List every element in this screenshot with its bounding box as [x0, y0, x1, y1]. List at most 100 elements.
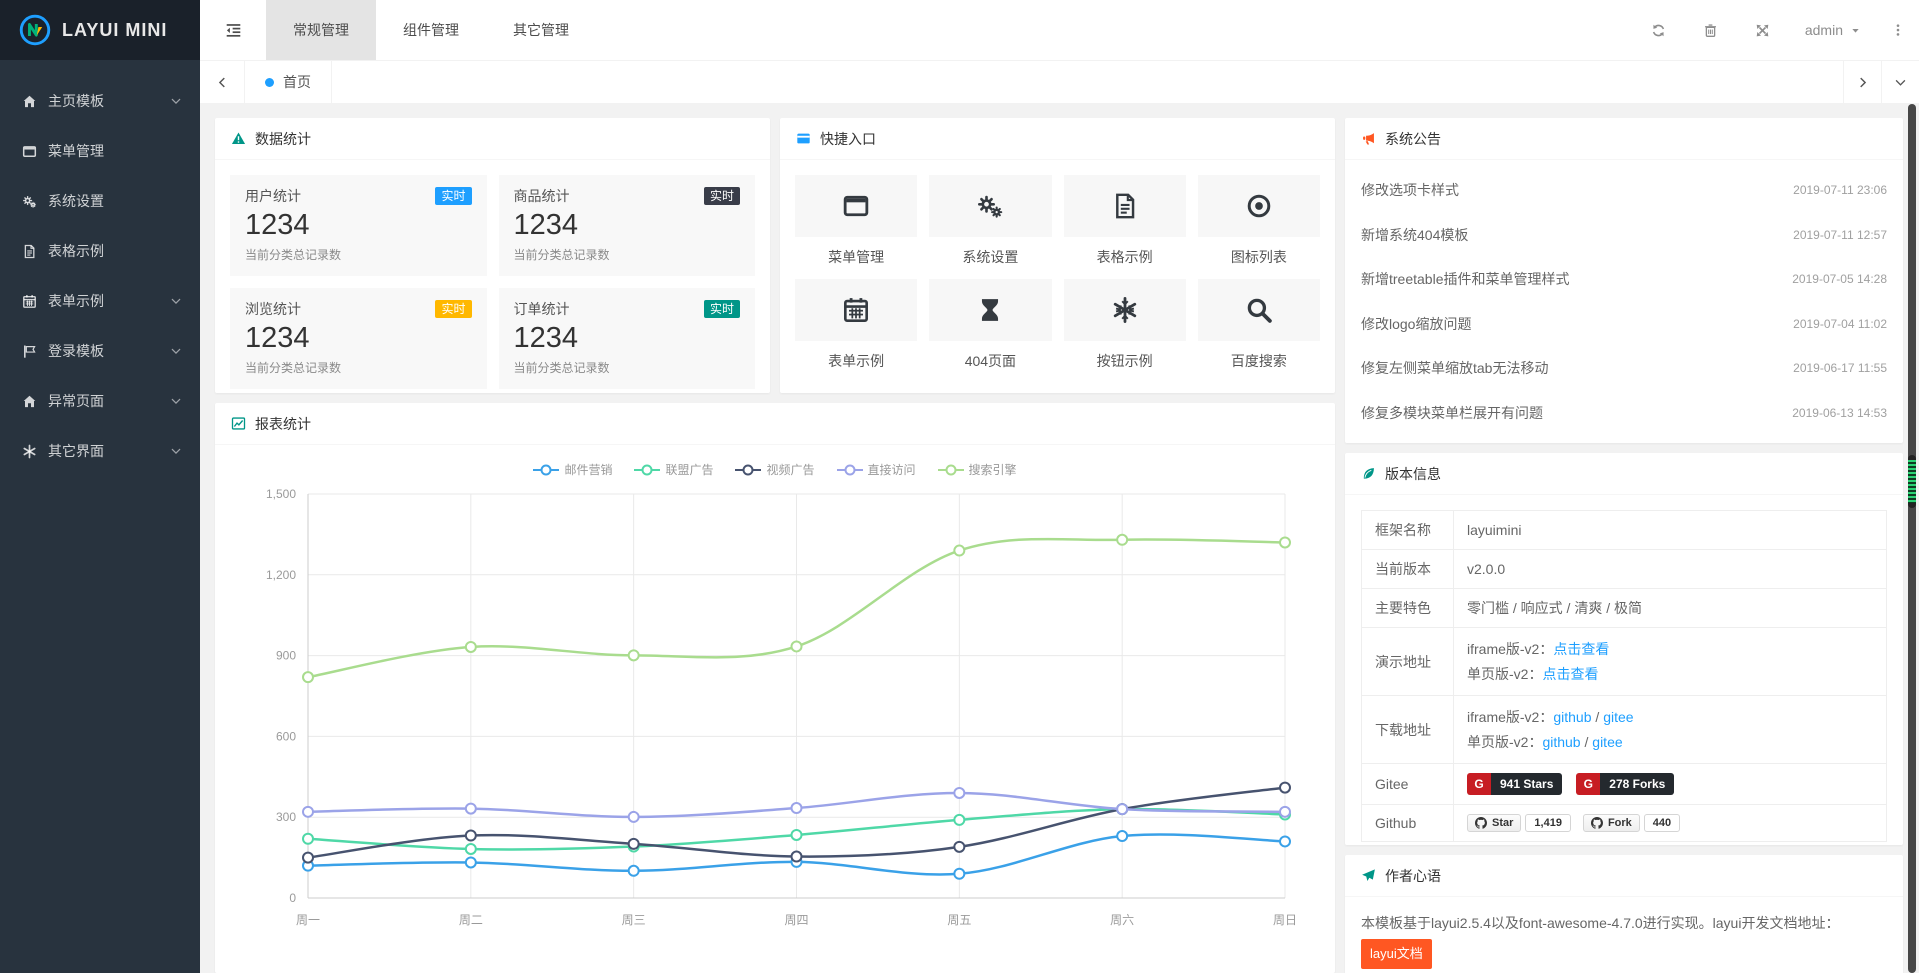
username: admin — [1805, 22, 1843, 38]
fullscreen-button[interactable] — [1737, 0, 1789, 60]
stat-value: 1234 — [245, 209, 472, 242]
sidebar-item-home-template[interactable]: 主页模板 — [0, 76, 200, 126]
github-star-count[interactable]: 1,419 — [1525, 814, 1571, 832]
refresh-button[interactable] — [1633, 0, 1685, 60]
vertical-scrollbar[interactable] — [1908, 104, 1916, 973]
warning-triangle-icon — [231, 131, 246, 146]
topnav-tab-components[interactable]: 组件管理 — [376, 0, 486, 60]
sidebar-item-login-template[interactable]: 登录模板 — [0, 326, 200, 376]
app-title: LAYUI MINI — [62, 20, 167, 41]
legend-item[interactable]: 直接访问 — [837, 461, 916, 478]
demo-link-onepage[interactable]: 点击查看 — [1542, 666, 1598, 682]
sidebar-item-label: 表单示例 — [48, 291, 104, 311]
stat-label: 浏览统计 — [245, 299, 301, 319]
demo-link-iframe[interactable]: 点击查看 — [1553, 641, 1609, 657]
file-icon — [22, 244, 37, 259]
version-label: 演示地址 — [1362, 628, 1454, 696]
legend-item[interactable]: 联盟广告 — [634, 461, 713, 478]
table-row: 演示地址 iframe版-v2：点击查看 单页版-v2：点击查看 — [1362, 628, 1887, 696]
sidebar-item-form-demo[interactable]: 表单示例 — [0, 276, 200, 326]
collapse-sidebar-button[interactable] — [200, 0, 266, 60]
separator: / — [1581, 734, 1593, 750]
tab-home[interactable]: 首页 — [244, 61, 332, 103]
quick-entry-table-demo[interactable]: 表格示例 — [1064, 175, 1186, 267]
quick-entry-system-settings[interactable]: 系统设置 — [929, 175, 1051, 267]
quick-entry-form-demo[interactable]: 表单示例 — [795, 279, 917, 371]
sidebar-item-menu-manage[interactable]: 菜单管理 — [0, 126, 200, 176]
tabs-scroll-left-button[interactable] — [200, 61, 244, 103]
download-github-link[interactable]: github — [1542, 734, 1580, 750]
more-menu-button[interactable] — [1877, 0, 1919, 60]
outdent-icon — [225, 22, 242, 39]
download-gitee-link[interactable]: gitee — [1592, 734, 1622, 750]
quick-entry-menu-manage[interactable]: 菜单管理 — [795, 175, 917, 267]
stat-label: 订单统计 — [514, 299, 570, 319]
quick-entry-icon-list[interactable]: 图标列表 — [1198, 175, 1320, 267]
chevron-down-icon — [170, 95, 182, 107]
stat-value: 1234 — [245, 322, 472, 355]
svg-text:周日: 周日 — [1273, 913, 1297, 927]
window-icon — [842, 192, 870, 220]
sidebar-item-error-pages[interactable]: 异常页面 — [0, 376, 200, 426]
scrollbar-thumb[interactable] — [1908, 455, 1916, 508]
chevron-left-icon — [216, 76, 229, 89]
legend-label: 视频广告 — [766, 461, 814, 478]
version-label: 当前版本 — [1362, 550, 1454, 589]
stat-box-views[interactable]: 浏览统计 实时 1234 当前分类总记录数 — [230, 288, 487, 389]
stat-desc: 当前分类总记录数 — [245, 246, 472, 263]
legend-item[interactable]: 视频广告 — [735, 461, 814, 478]
announcement-item[interactable]: 新增系统404模板 2019-07-11 12:57 — [1361, 213, 1887, 258]
github-icon — [1475, 817, 1487, 829]
announcement-date: 2019-06-17 11:55 — [1793, 361, 1887, 375]
sidebar-item-system-settings[interactable]: 系统设置 — [0, 176, 200, 226]
legend-item[interactable]: 邮件营销 — [533, 461, 612, 478]
sidebar-item-table-demo[interactable]: 表格示例 — [0, 226, 200, 276]
logo[interactable]: LAYUI MINI — [0, 0, 200, 60]
table-row: 下载地址 iframe版-v2：github / gitee 单页版-v2：gi… — [1362, 696, 1887, 764]
gitee-stars-badge[interactable]: G 941 Stars — [1467, 773, 1562, 795]
download-gitee-link[interactable]: gitee — [1603, 709, 1633, 725]
stat-box-goods[interactable]: 商品统计 实时 1234 当前分类总记录数 — [499, 175, 756, 276]
stat-box-users[interactable]: 用户统计 实时 1234 当前分类总记录数 — [230, 175, 487, 276]
quick-entry-label: 表格示例 — [1064, 247, 1186, 267]
announcement-item[interactable]: 修复多模块菜单栏展开有问题 2019-06-13 14:53 — [1361, 391, 1887, 436]
stat-grid: 用户统计 实时 1234 当前分类总记录数 商品统计 实时 — [215, 160, 770, 404]
tabs-scroll-right-button[interactable] — [1843, 61, 1881, 103]
announcement-text: 修改选项卡样式 — [1361, 180, 1459, 200]
sidebar-item-label: 主页模板 — [48, 91, 104, 111]
sidebar-item-label: 其它界面 — [48, 441, 104, 461]
announcement-item[interactable]: 修复左侧菜单缩放tab无法移动 2019-06-17 11:55 — [1361, 346, 1887, 391]
quick-entry-baidu-search[interactable]: 百度搜索 — [1198, 279, 1320, 371]
topnav-tab-other[interactable]: 其它管理 — [486, 0, 596, 60]
tabs-options-button[interactable] — [1881, 61, 1919, 103]
user-dropdown[interactable]: admin — [1789, 0, 1877, 60]
quick-entry-button-demo[interactable]: 按钮示例 — [1064, 279, 1186, 371]
announcement-item[interactable]: 修改选项卡样式 2019-07-11 23:06 — [1361, 168, 1887, 213]
topnav-tab-general[interactable]: 常规管理 — [266, 0, 376, 60]
calendar-icon — [22, 294, 37, 309]
quick-grid: 菜单管理 系统设置 表格示例 — [780, 160, 1335, 386]
quick-entry-404-page[interactable]: 404页面 — [929, 279, 1051, 371]
announcement-item[interactable]: 修改logo缩放问题 2019-07-04 11:02 — [1361, 302, 1887, 347]
download-github-link[interactable]: github — [1553, 709, 1591, 725]
clear-cache-button[interactable] — [1685, 0, 1737, 60]
data-stats-card: 数据统计 用户统计 实时 1234 当前分类总记录数 — [215, 118, 770, 393]
announcement-item[interactable]: 新增treetable插件和菜单管理样式 2019-07-05 14:28 — [1361, 257, 1887, 302]
framework-name: layuimini — [1454, 511, 1887, 550]
github-star-button[interactable]: Star — [1467, 814, 1521, 832]
gitee-forks-badge[interactable]: G 278 Forks — [1576, 773, 1674, 795]
github-fork-button[interactable]: Fork — [1583, 814, 1640, 832]
report-chart[interactable]: 03006009001,2001,500周一周二周三周四周五周六周日 — [215, 480, 1335, 942]
github-fork-count[interactable]: 440 — [1644, 814, 1680, 832]
snowflake-icon — [1111, 296, 1139, 324]
announcement-date: 2019-06-13 14:53 — [1792, 406, 1887, 420]
sidebar-item-label: 表格示例 — [48, 241, 104, 261]
stat-box-orders[interactable]: 订单统计 实时 1234 当前分类总记录数 — [499, 288, 756, 389]
layui-docs-button[interactable]: layui文档 — [1361, 939, 1432, 969]
svg-text:1,500: 1,500 — [266, 487, 296, 501]
sidebar-item-other-ui[interactable]: 其它界面 — [0, 426, 200, 476]
legend-item[interactable]: 搜索引擎 — [938, 461, 1017, 478]
table-row: 主要特色 零门槛 / 响应式 / 清爽 / 极简 — [1362, 589, 1887, 628]
legend-label: 搜索引擎 — [969, 461, 1017, 478]
announcement-date: 2019-07-04 11:02 — [1793, 317, 1887, 331]
